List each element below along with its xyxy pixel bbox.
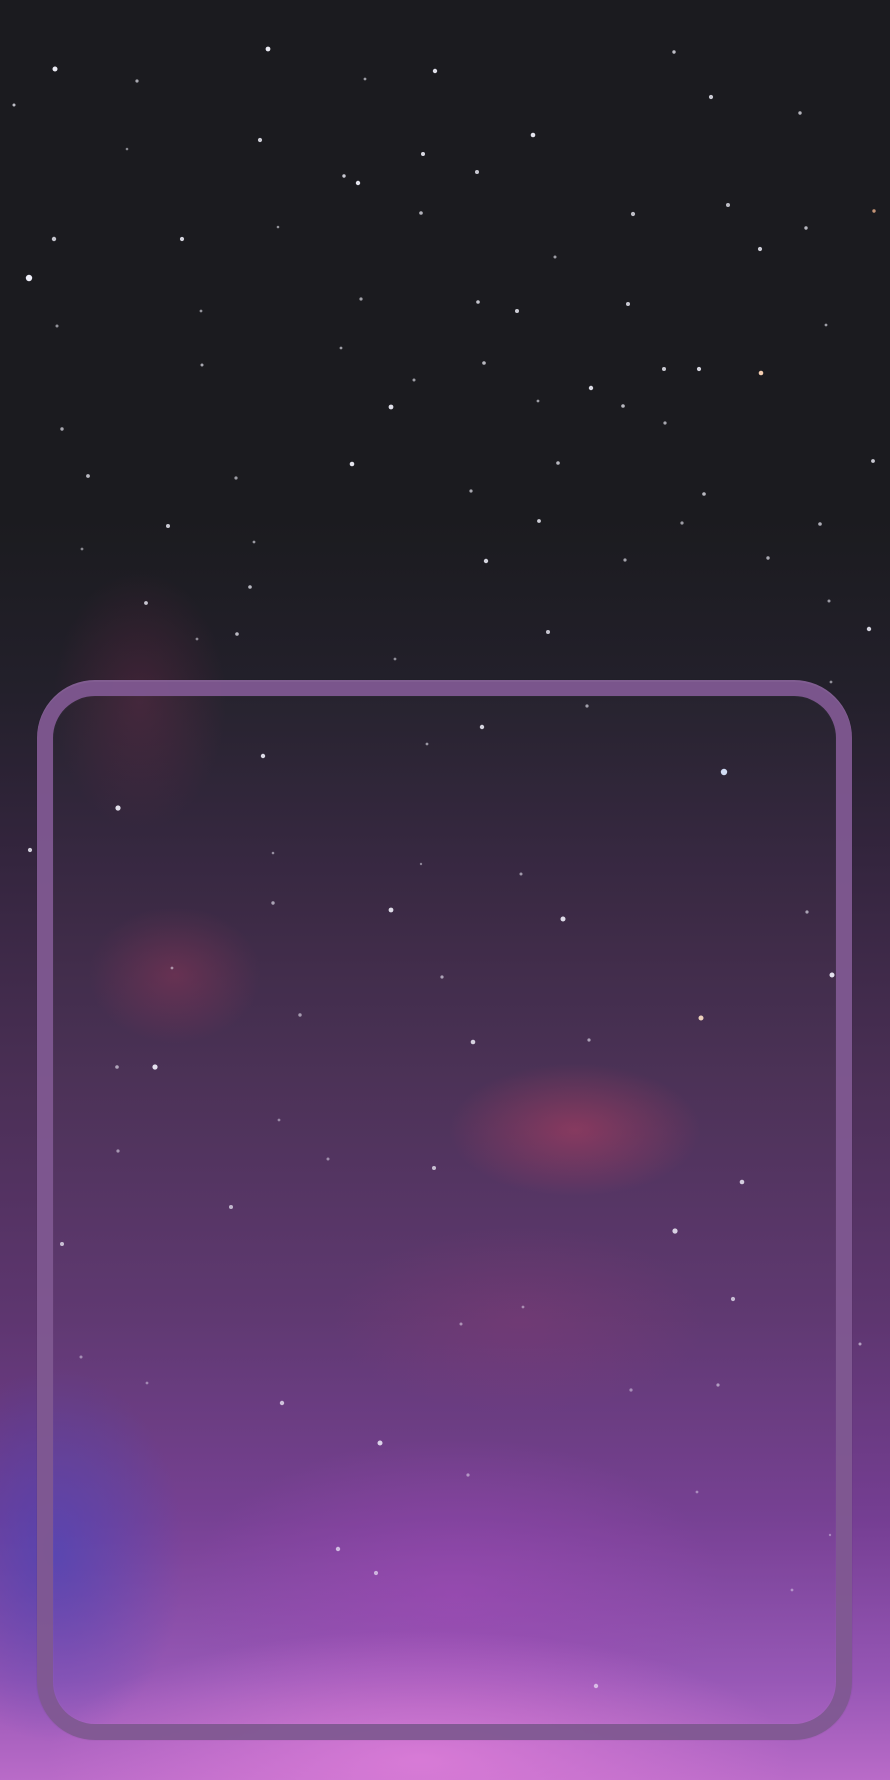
star [234,476,238,480]
star [359,297,363,301]
star [51,236,57,242]
star [421,152,425,156]
star [818,522,822,526]
star [276,225,280,229]
star [179,236,185,242]
star [252,540,256,544]
star [866,626,872,632]
star [626,302,630,306]
star [515,309,519,313]
star [432,68,438,74]
star [758,370,764,376]
star [135,79,139,83]
star [663,421,667,425]
star [536,399,540,403]
star [199,309,203,313]
star [86,474,90,478]
star [482,361,486,365]
star [588,385,594,391]
star [829,680,833,684]
star [871,459,875,463]
star [419,211,423,215]
star [235,632,239,636]
star [696,366,702,372]
star [393,657,397,661]
star [144,601,148,605]
star [265,46,271,52]
star [623,558,627,562]
star [537,519,541,523]
star [798,111,802,115]
star [12,103,16,107]
star [680,521,684,525]
star [726,203,730,207]
star [708,94,714,100]
rounded-frame-overlay [37,680,852,1740]
star [827,599,831,603]
star [339,346,343,350]
star [556,461,560,465]
star [388,404,394,410]
star [662,367,666,371]
star [824,323,828,327]
star [766,556,770,560]
star [200,363,204,367]
star [195,637,199,641]
star [672,50,676,54]
star [546,630,550,634]
star [349,461,355,467]
star [804,226,808,230]
star [248,585,252,589]
star [25,274,33,282]
star [355,180,361,186]
star [55,324,59,328]
starfield-background [0,0,890,1780]
star [27,847,33,853]
star [483,558,489,564]
star [80,547,84,551]
star [530,132,536,138]
star [257,137,263,143]
star [872,209,876,213]
star [469,489,473,493]
star [858,1342,862,1346]
star [475,170,479,174]
star [52,66,58,72]
star [342,174,346,178]
star [166,524,170,528]
star [702,492,706,496]
star [363,77,367,81]
star [621,404,625,408]
star [630,211,636,217]
star [757,246,763,252]
star [60,427,64,431]
star [412,378,416,382]
star [125,147,129,151]
star [476,300,480,304]
star [553,255,557,259]
